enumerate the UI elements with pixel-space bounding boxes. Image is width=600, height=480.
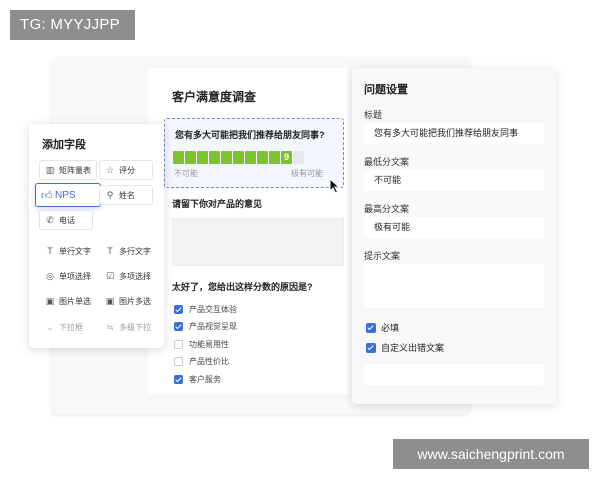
- reason-option-label: 产品交互体验: [189, 305, 237, 314]
- mouse-cursor-icon: [329, 178, 341, 194]
- image-icon: ▣: [45, 295, 55, 306]
- reason-option[interactable]: 功能易用性: [174, 339, 229, 350]
- phone-icon: ✆: [46, 214, 54, 225]
- nps-score-cell[interactable]: [221, 151, 232, 164]
- hierarchy-icon: ≒: [106, 321, 114, 332]
- reason-question-label: 太好了，您给出这样分数的原因是?: [172, 282, 313, 292]
- field-rating-button[interactable]: ☆ 评分: [99, 160, 153, 180]
- field-dropdown-button[interactable]: ⌄ 下拉框: [39, 317, 97, 337]
- nps-score-cell[interactable]: [185, 151, 196, 164]
- field-label: 下拉框: [59, 322, 83, 332]
- nps-score-cell[interactable]: [245, 151, 256, 164]
- reason-option-label: 功能易用性: [189, 340, 229, 349]
- hint-text-label: 提示文案: [364, 251, 401, 261]
- settings-title: 问题设置: [364, 84, 408, 96]
- star-icon: ☆: [105, 164, 115, 175]
- watermark-top: TG: MYYJJPP: [10, 10, 135, 40]
- title-field-label: 标题: [364, 110, 383, 120]
- checkbox-checked[interactable]: [366, 342, 376, 353]
- checkbox-checked[interactable]: [174, 322, 183, 331]
- required-checkbox[interactable]: 必填: [366, 321, 399, 334]
- nps-scale[interactable]: 9: [173, 151, 304, 164]
- checkbox-checked[interactable]: [366, 322, 376, 333]
- reason-option[interactable]: 产品交互体验: [174, 304, 237, 315]
- nps-score-cell[interactable]: [233, 151, 244, 164]
- field-cascade-dropdown-button[interactable]: ≒ 多级下拉: [99, 317, 159, 337]
- reason-option-label: 产品性价比: [189, 357, 229, 366]
- field-single-line-button[interactable]: T 单行文字: [39, 241, 97, 261]
- field-label: 图片单选: [59, 296, 91, 306]
- field-nps-button[interactable]: 👍︎ NPS: [35, 183, 101, 207]
- reason-option-label: 产品视觉呈现: [189, 322, 237, 331]
- nps-score-cell[interactable]: [209, 151, 220, 164]
- feedback-question-label: 请留下你对产品的意见: [172, 199, 263, 209]
- field-label: 多项选择: [119, 271, 151, 281]
- reason-option[interactable]: 客户服务: [174, 374, 221, 385]
- text-icon: T: [47, 246, 53, 256]
- field-label: 评分: [119, 165, 135, 175]
- hint-text-textarea[interactable]: [364, 264, 544, 308]
- nps-question-block[interactable]: 您有多大可能把我们推荐给朋友同事? 9 不可能 极有可能: [164, 118, 344, 188]
- field-label: 矩阵量表: [59, 165, 91, 175]
- checkbox-unchecked[interactable]: [174, 357, 183, 366]
- reason-option[interactable]: 产品性价比: [174, 356, 229, 367]
- person-icon: ⚲: [106, 189, 114, 200]
- field-multi-line-button[interactable]: T 多行文字: [99, 241, 157, 261]
- thumbs-up-icon: 👍︎: [41, 189, 53, 202]
- reason-option-label: 客户服务: [189, 375, 221, 384]
- checkbox-checked[interactable]: [174, 305, 183, 314]
- add-field-title: 添加字段: [42, 139, 86, 151]
- custom-error-label: 自定义出错文案: [381, 343, 445, 353]
- nps-min-label: 不可能: [174, 169, 198, 178]
- field-image-single-button[interactable]: ▣ 图片单选: [39, 291, 97, 311]
- form-title: 客户满意度调查: [172, 90, 257, 104]
- required-label: 必填: [381, 323, 400, 333]
- field-label: 单行文字: [59, 246, 91, 256]
- field-label: 图片多选: [119, 296, 151, 306]
- feedback-textarea[interactable]: [172, 218, 344, 266]
- field-multi-choice-button[interactable]: ☑ 多项选择: [99, 266, 157, 286]
- watermark-bottom: www.saichengprint.com: [393, 439, 589, 469]
- image-icon: ▣: [105, 295, 115, 306]
- custom-error-checkbox[interactable]: 自定义出错文案: [366, 341, 444, 354]
- field-image-multi-button[interactable]: ▣ 图片多选: [99, 291, 157, 311]
- check-square-icon: ☑: [105, 270, 115, 281]
- field-label: 电话: [59, 215, 75, 225]
- checkbox-unchecked[interactable]: [174, 340, 183, 349]
- field-matrix-button[interactable]: ▥ 矩阵量表: [39, 160, 97, 180]
- max-text-label: 最高分文案: [364, 204, 410, 214]
- nps-score-cell[interactable]: [293, 151, 304, 164]
- nps-score-cell[interactable]: [197, 151, 208, 164]
- nps-score-cell[interactable]: [173, 151, 184, 164]
- field-label: 多行文字: [119, 246, 151, 256]
- title-input[interactable]: 您有多大可能把我们推荐给朋友同事: [364, 123, 544, 144]
- nps-selected-score[interactable]: 9: [281, 151, 292, 164]
- field-single-choice-button[interactable]: ◎ 单项选择: [39, 266, 97, 286]
- max-text-input[interactable]: 极有可能: [364, 217, 544, 238]
- chevron-down-icon: ⌄: [46, 321, 54, 332]
- add-field-panel: 添加字段 ▥ 矩阵量表 ☆ 评分 👍︎ NPS ⚲ 姓名 ✆ 电话 T 单行文字…: [29, 124, 164, 348]
- min-text-input[interactable]: 不可能: [364, 170, 544, 191]
- field-label: NPS: [55, 189, 76, 201]
- field-label: 多级下拉: [119, 322, 151, 332]
- field-label: 单项选择: [59, 271, 91, 281]
- check-circle-icon: ◎: [46, 270, 54, 281]
- nps-score-cell[interactable]: [269, 151, 280, 164]
- question-settings-panel: 问题设置 标题 您有多大可能把我们推荐给朋友同事 最低分文案 不可能 最高分文案…: [352, 68, 556, 404]
- field-name-button[interactable]: ⚲ 姓名: [99, 185, 153, 205]
- nps-max-label: 极有可能: [291, 169, 323, 178]
- matrix-icon: ▥: [45, 164, 55, 175]
- checkbox-checked[interactable]: [174, 375, 183, 384]
- reason-option[interactable]: 产品视觉呈现: [174, 321, 237, 332]
- text-icon: T: [107, 246, 113, 256]
- nps-score-cell[interactable]: [257, 151, 268, 164]
- field-phone-button[interactable]: ✆ 电话: [39, 210, 93, 230]
- min-text-label: 最低分文案: [364, 157, 410, 167]
- custom-error-input[interactable]: [364, 364, 544, 385]
- field-label: 姓名: [119, 190, 135, 200]
- nps-question-label: 您有多大可能把我们推荐给朋友同事?: [175, 130, 325, 140]
